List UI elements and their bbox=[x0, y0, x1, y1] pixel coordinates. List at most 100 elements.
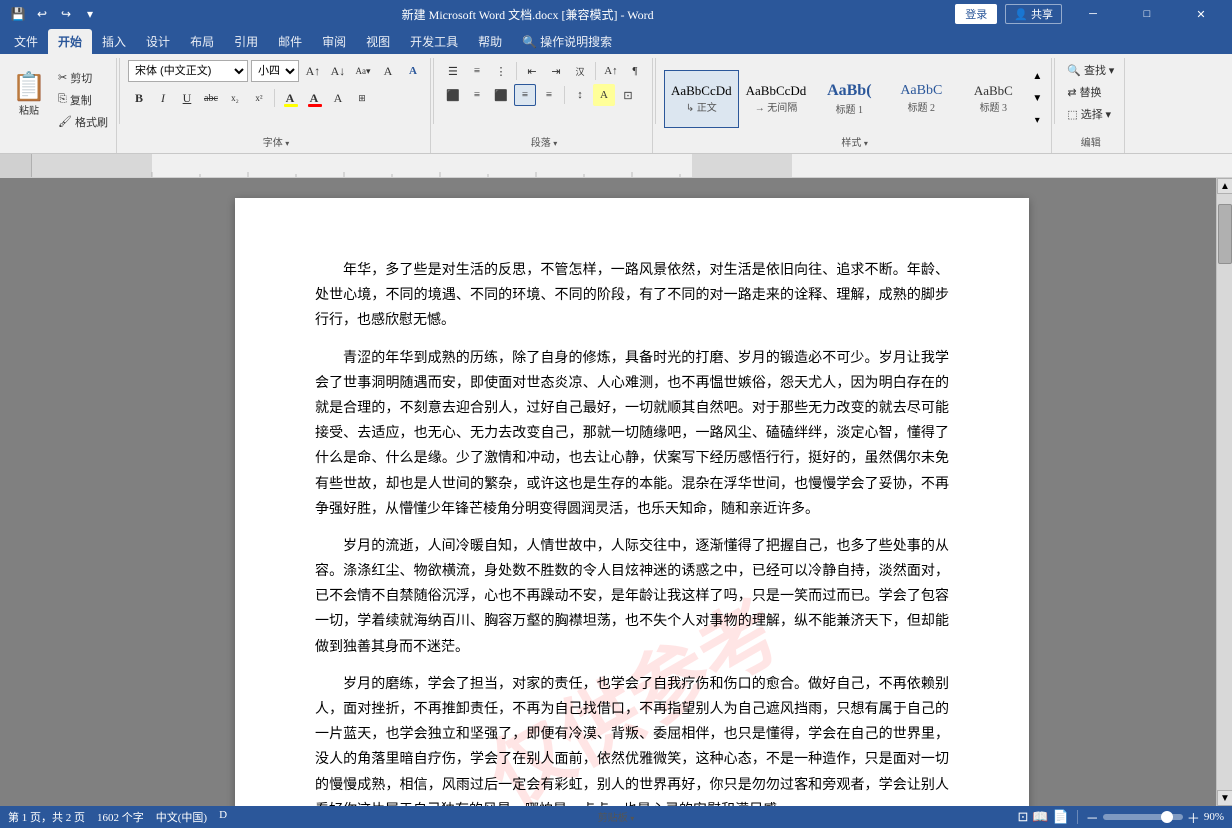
highlight-button[interactable]: A bbox=[279, 87, 301, 109]
maximize-button[interactable]: □ bbox=[1124, 0, 1170, 28]
horizontal-ruler bbox=[32, 154, 1232, 177]
increase-indent-button[interactable]: ⇥ bbox=[545, 60, 567, 82]
tab-references[interactable]: 引用 bbox=[224, 29, 268, 55]
bold-button[interactable]: B bbox=[128, 87, 150, 109]
style-heading2[interactable]: AaBbC 标题 2 bbox=[885, 70, 957, 128]
tab-design[interactable]: 设计 bbox=[136, 29, 180, 55]
cut-icon: ✂ bbox=[58, 71, 67, 84]
strikethrough-button[interactable]: abc bbox=[200, 87, 222, 109]
style-normal[interactable]: AaBbCcDd ↳ 正文 bbox=[664, 70, 739, 128]
styles-group-label: 样式 ▾ bbox=[658, 134, 1051, 151]
ruler bbox=[0, 154, 1232, 178]
case-button[interactable]: Aa▾ bbox=[352, 60, 374, 82]
share-icon: 👤 bbox=[1014, 8, 1028, 21]
tab-file[interactable]: 文件 bbox=[4, 29, 48, 55]
zoom-thumb[interactable] bbox=[1161, 811, 1173, 823]
save-icon[interactable]: 💾 bbox=[8, 4, 28, 24]
ribbon-tab-bar: 文件 开始 插入 设计 布局 引用 邮件 审阅 视图 开发工具 帮助 🔍 操作说… bbox=[0, 28, 1232, 54]
paragraph-group: ☰ ≡ ⋮ ⇤ ⇥ 汉 A↑ ¶ ⬛ ≡ ⬛ ≡ ≡ ↕ A ⊡ bbox=[436, 58, 653, 153]
style-no-spacing[interactable]: AaBbCcDd → 无间隔 bbox=[739, 70, 814, 128]
tab-mailings[interactable]: 邮件 bbox=[268, 29, 312, 55]
border-button[interactable]: ⊞ bbox=[351, 87, 373, 109]
document-main[interactable]: 仅供参考 年华，多了些是对生活的反思，不管怎样，一路风景依然，对生活是依旧向往、… bbox=[32, 178, 1232, 806]
replace-button[interactable]: ⇄ 替换 bbox=[1063, 82, 1105, 102]
paragraph-2: 青涩的年华到成熟的历练，除了自身的修炼，具备时光的打磨、岁月的锻造必不可少。岁月… bbox=[315, 346, 949, 522]
select-icon: ⬚ bbox=[1067, 108, 1077, 121]
customize-icon[interactable]: ▾ bbox=[80, 4, 100, 24]
decrease-font-button[interactable]: A↓ bbox=[327, 60, 349, 82]
find-icon: 🔍 bbox=[1067, 64, 1081, 77]
style-heading1[interactable]: AaBb( 标题 1 bbox=[813, 70, 885, 128]
tab-view[interactable]: 视图 bbox=[356, 29, 400, 55]
border-para-button[interactable]: ⊡ bbox=[617, 84, 639, 106]
styles-expand[interactable]: ▾ bbox=[1029, 110, 1045, 132]
underline-button[interactable]: U bbox=[176, 87, 198, 109]
undo-icon[interactable]: ↩ bbox=[32, 4, 52, 24]
cut-button[interactable]: ✂ 剪切 bbox=[54, 68, 112, 88]
editing-group-label: 编辑 bbox=[1057, 134, 1124, 151]
login-button[interactable]: 登录 bbox=[955, 4, 997, 24]
scroll-thumb[interactable] bbox=[1218, 204, 1232, 264]
font-group: 宋体 (中文正文) 小四 A↑ A↓ Aa▾ A A B I U abc x₂ … bbox=[122, 58, 431, 153]
clear-format-button[interactable]: A bbox=[377, 60, 399, 82]
italic-button[interactable]: I bbox=[152, 87, 174, 109]
font-size-select[interactable]: 小四 bbox=[251, 60, 299, 82]
copy-button[interactable]: ⎘ 复制 bbox=[54, 90, 112, 110]
paste-icon: 📋 bbox=[12, 74, 47, 102]
align-right-button[interactable]: ⬛ bbox=[490, 84, 512, 106]
shading-button[interactable]: A bbox=[593, 84, 615, 106]
multilevel-button[interactable]: ⋮ bbox=[490, 60, 512, 82]
text-effect-button[interactable]: A bbox=[402, 60, 424, 82]
justify-button[interactable]: ≡ bbox=[514, 84, 536, 106]
line-spacing-button[interactable]: ↕ bbox=[569, 84, 591, 106]
bullets-button[interactable]: ☰ bbox=[442, 60, 464, 82]
styles-scroll-up[interactable]: ▲ bbox=[1029, 66, 1045, 88]
chinese-layout-button[interactable]: 汉 bbox=[569, 60, 591, 82]
align-center-button[interactable]: ≡ bbox=[466, 84, 488, 106]
sort-button[interactable]: A↑ bbox=[600, 60, 622, 82]
paste-button[interactable]: 📋 粘贴 bbox=[4, 63, 54, 129]
format-painter-button[interactable]: 🖌 格式刷 bbox=[54, 112, 112, 132]
increase-font-button[interactable]: A↑ bbox=[302, 60, 324, 82]
tab-help[interactable]: 帮助 bbox=[468, 29, 512, 55]
font-name-select[interactable]: 宋体 (中文正文) bbox=[128, 60, 248, 82]
decrease-indent-button[interactable]: ⇤ bbox=[521, 60, 543, 82]
tab-insert[interactable]: 插入 bbox=[92, 29, 136, 55]
tab-developer[interactable]: 开发工具 bbox=[400, 29, 468, 55]
char-shading-button[interactable]: A bbox=[327, 87, 349, 109]
vertical-scrollbar[interactable]: ▲ ▼ bbox=[1216, 178, 1232, 806]
copy-icon: ⎘ bbox=[58, 93, 67, 106]
replace-icon: ⇄ bbox=[1067, 86, 1076, 99]
font-color-button[interactable]: A bbox=[303, 87, 325, 109]
superscript-button[interactable]: x² bbox=[248, 87, 270, 109]
distribute-button[interactable]: ≡ bbox=[538, 84, 560, 106]
window-title: 新建 Microsoft Word 文档.docx [兼容模式] - Word bbox=[100, 6, 955, 23]
style-heading3[interactable]: AaBbC 标题 3 bbox=[957, 70, 1029, 128]
scroll-track[interactable] bbox=[1217, 194, 1232, 790]
select-button[interactable]: ⬚ 选择 ▾ bbox=[1063, 104, 1115, 124]
left-margin bbox=[0, 178, 32, 806]
show-marks-button[interactable]: ¶ bbox=[624, 60, 646, 82]
font-group-label: 字体 ▾ bbox=[122, 134, 430, 151]
scroll-up-button[interactable]: ▲ bbox=[1217, 178, 1232, 194]
minimize-button[interactable]: ─ bbox=[1070, 0, 1116, 28]
align-left-button[interactable]: ⬛ bbox=[442, 84, 464, 106]
tab-review[interactable]: 审阅 bbox=[312, 29, 356, 55]
tab-home[interactable]: 开始 bbox=[48, 29, 92, 55]
paragraph-1: 年华，多了些是对生活的反思，不管怎样，一路风景依然，对生活是依旧向往、追求不断。… bbox=[315, 258, 949, 334]
clipboard-label: 剪贴板 ▾ bbox=[0, 809, 1232, 826]
zoom-slider[interactable] bbox=[1103, 814, 1183, 820]
share-button[interactable]: 👤 共享 bbox=[1005, 4, 1062, 24]
scroll-down-button[interactable]: ▼ bbox=[1217, 790, 1232, 806]
document-page[interactable]: 仅供参考 年华，多了些是对生活的反思，不管怎样，一路风景依然，对生活是依旧向往、… bbox=[235, 198, 1029, 806]
tab-layout[interactable]: 布局 bbox=[180, 29, 224, 55]
document-text[interactable]: 年华，多了些是对生活的反思，不管怎样，一路风景依然，对生活是依旧向往、追求不断。… bbox=[315, 258, 949, 806]
find-button[interactable]: 🔍 查找 ▾ bbox=[1063, 60, 1118, 80]
tab-search[interactable]: 🔍 操作说明搜索 bbox=[512, 29, 622, 55]
subscript-button[interactable]: x₂ bbox=[224, 87, 246, 109]
numbering-button[interactable]: ≡ bbox=[466, 60, 488, 82]
redo-icon[interactable]: ↪ bbox=[56, 4, 76, 24]
close-button[interactable]: ✕ bbox=[1178, 0, 1224, 28]
paragraph-4: 岁月的磨练，学会了担当，对家的责任，也学会了自我疗伤和伤口的愈合。做好自己，不再… bbox=[315, 672, 949, 806]
styles-scroll-down[interactable]: ▼ bbox=[1029, 88, 1045, 110]
